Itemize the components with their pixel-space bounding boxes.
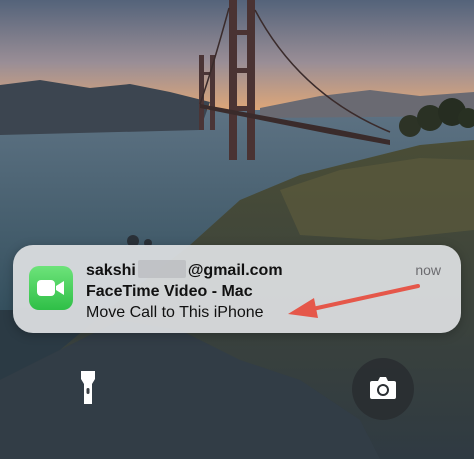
flashlight-icon bbox=[81, 371, 95, 404]
notification-title: FaceTime Video - Mac bbox=[86, 283, 253, 300]
camera-icon bbox=[370, 377, 396, 399]
flashlight-button[interactable] bbox=[58, 358, 120, 420]
sender-prefix: sakshi bbox=[86, 262, 136, 279]
notification-time: now bbox=[415, 262, 441, 278]
redacted-block bbox=[137, 260, 186, 278]
annotation-arrow bbox=[288, 284, 420, 318]
notification-body: Move Call to This iPhone bbox=[86, 304, 264, 321]
facetime-video-icon bbox=[29, 266, 73, 310]
camera-button[interactable] bbox=[352, 358, 414, 420]
sender-suffix: @gmail.com bbox=[187, 262, 283, 279]
notification-sender: sakshi @gmail.com bbox=[86, 260, 283, 281]
